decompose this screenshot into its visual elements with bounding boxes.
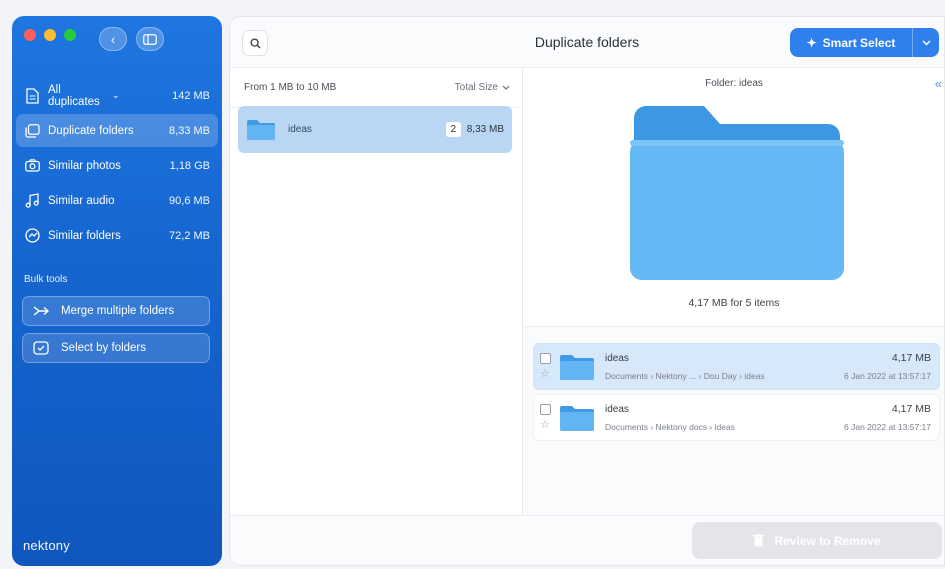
camera-icon xyxy=(24,158,40,174)
app-window: ‹ All duplicates ⌄ 142 MB Duplicate fold… xyxy=(0,0,945,569)
merge-arrow-icon xyxy=(33,305,49,317)
file-path: Documents › Nektony ... › Dou Day › idea… xyxy=(605,370,765,381)
select-checkbox[interactable] xyxy=(540,404,551,415)
sidebar: ‹ All duplicates ⌄ 142 MB Duplicate fold… xyxy=(12,16,222,566)
row-controls: ☆ xyxy=(540,404,551,431)
similar-icon xyxy=(24,228,40,244)
sort-select[interactable]: Total Size xyxy=(455,82,510,93)
select-by-folders-label: Select by folders xyxy=(61,342,147,354)
smart-select-label: Smart Select xyxy=(822,35,896,50)
file-info: ideas Documents › Nektony ... › Dou Day … xyxy=(605,353,844,381)
merge-folders-button[interactable]: Merge multiple folders xyxy=(22,296,210,326)
window-controls xyxy=(24,29,76,41)
detail-pane: Folder: ideas « 4,17 MB for 5 items ☆ id… xyxy=(524,68,944,515)
sidebar-item-label: All duplicates xyxy=(48,83,100,108)
bottom-bar: Review to Remove xyxy=(230,515,944,565)
sidebar-item-all-duplicates[interactable]: All duplicates ⌄ 142 MB xyxy=(16,79,218,112)
bulk-tools-heading: Bulk tools xyxy=(24,274,68,285)
sidebar-nav: All duplicates ⌄ 142 MB Duplicate folder… xyxy=(16,79,218,254)
select-checkbox[interactable] xyxy=(540,353,551,364)
folder-label: Folder: ideas xyxy=(705,78,763,89)
star-icon[interactable]: ☆ xyxy=(540,420,551,431)
music-note-icon xyxy=(24,193,40,209)
file-path: Documents › Nektony docs › ideas xyxy=(605,421,735,432)
sidebar-item-size: 142 MB xyxy=(172,89,211,102)
folder-summary: 4,17 MB for 5 items xyxy=(688,297,780,309)
smart-select-main[interactable]: ✦ Smart Select xyxy=(790,28,913,57)
file-size: 4,17 MB xyxy=(891,403,931,415)
review-to-remove-label: Review to Remove xyxy=(774,533,881,548)
folders-icon xyxy=(24,123,40,139)
file-name: ideas xyxy=(605,352,629,364)
file-row[interactable]: ☆ ideas Documents › Nektony docs › ideas… xyxy=(533,394,940,441)
toggle-sidebar-button[interactable] xyxy=(136,27,164,51)
trash-icon xyxy=(753,534,765,547)
folder-icon xyxy=(247,120,275,140)
sidebar-item-size: 90,6 MB xyxy=(169,194,210,207)
duplicate-count-badge: 2 xyxy=(445,122,461,137)
close-window-button[interactable] xyxy=(24,29,36,41)
toolbar: Duplicate folders ✦ Smart Select xyxy=(230,17,944,68)
zoom-window-button[interactable] xyxy=(64,29,76,41)
smart-select-dropdown[interactable] xyxy=(913,28,939,57)
chevron-down-icon: ⌄ xyxy=(112,90,120,100)
file-row[interactable]: ☆ ideas Documents › Nektony ... › Dou Da… xyxy=(533,343,940,390)
merge-folders-label: Merge multiple folders xyxy=(61,305,175,317)
list-header: From 1 MB to 10 MB Total Size xyxy=(230,68,522,108)
folder-check-icon xyxy=(33,341,49,355)
sidebar-item-label: Similar audio xyxy=(48,194,115,207)
document-icon xyxy=(24,87,40,104)
review-to-remove-button[interactable]: Review to Remove xyxy=(692,522,942,559)
sidebar-item-similar-audio[interactable]: Similar audio 90,6 MB xyxy=(16,184,218,217)
file-meta: 4,17 MB 6 Jan 2022 at 13:57:17 xyxy=(844,352,931,381)
group-name: ideas xyxy=(288,124,312,135)
row-controls: ☆ xyxy=(540,353,551,380)
chevron-down-icon xyxy=(921,39,931,46)
group-row[interactable]: ideas 2 8,33 MB xyxy=(238,106,512,153)
select-by-folders-button[interactable]: Select by folders xyxy=(22,333,210,363)
file-date: 6 Jan 2022 at 13:57:17 xyxy=(844,422,931,432)
sidebar-item-label: Duplicate folders xyxy=(48,124,134,137)
star-icon[interactable]: ☆ xyxy=(540,369,551,380)
file-info: ideas Documents › Nektony docs › ideas xyxy=(605,404,844,432)
file-name: ideas xyxy=(605,403,629,415)
sidebar-icon xyxy=(143,33,157,45)
folder-preview-icon xyxy=(630,106,844,280)
back-button[interactable]: ‹ xyxy=(99,27,127,51)
groups-list: From 1 MB to 10 MB Total Size ideas 2 8,… xyxy=(230,68,523,515)
sidebar-item-similar-folders[interactable]: Similar folders 72,2 MB xyxy=(16,219,218,252)
file-size: 4,17 MB xyxy=(891,352,931,364)
sidebar-item-label: Similar folders xyxy=(48,229,121,242)
chevron-left-icon: ‹ xyxy=(110,31,116,47)
sidebar-item-size: 8,33 MB xyxy=(169,124,210,137)
group-size: 8,33 MB xyxy=(466,124,504,135)
folder-icon xyxy=(560,405,594,431)
smart-select-button[interactable]: ✦ Smart Select xyxy=(790,28,939,57)
brand-logo: nektony xyxy=(23,538,70,553)
chevron-down-icon xyxy=(502,85,510,90)
size-filter[interactable]: From 1 MB to 10 MB xyxy=(244,82,336,93)
sort-label: Total Size xyxy=(454,82,498,93)
file-date: 6 Jan 2022 at 13:57:17 xyxy=(844,371,931,381)
sidebar-item-duplicate-folders[interactable]: Duplicate folders 8,33 MB xyxy=(16,114,218,147)
main-panel: Duplicate folders ✦ Smart Select From 1 … xyxy=(229,16,945,566)
collapse-panel-icon[interactable]: « xyxy=(935,76,942,91)
sidebar-item-similar-photos[interactable]: Similar photos 1,18 GB xyxy=(16,149,218,182)
minimize-window-button[interactable] xyxy=(44,29,56,41)
file-meta: 4,17 MB 6 Jan 2022 at 13:57:17 xyxy=(844,403,931,432)
folder-icon xyxy=(560,354,594,380)
file-list: ☆ ideas Documents › Nektony ... › Dou Da… xyxy=(524,326,944,515)
sidebar-item-label: Similar photos xyxy=(48,159,121,172)
sparkle-icon: ✦ xyxy=(806,35,817,50)
sidebar-item-size: 72,2 MB xyxy=(169,229,210,242)
sidebar-item-size: 1,18 GB xyxy=(169,159,210,172)
